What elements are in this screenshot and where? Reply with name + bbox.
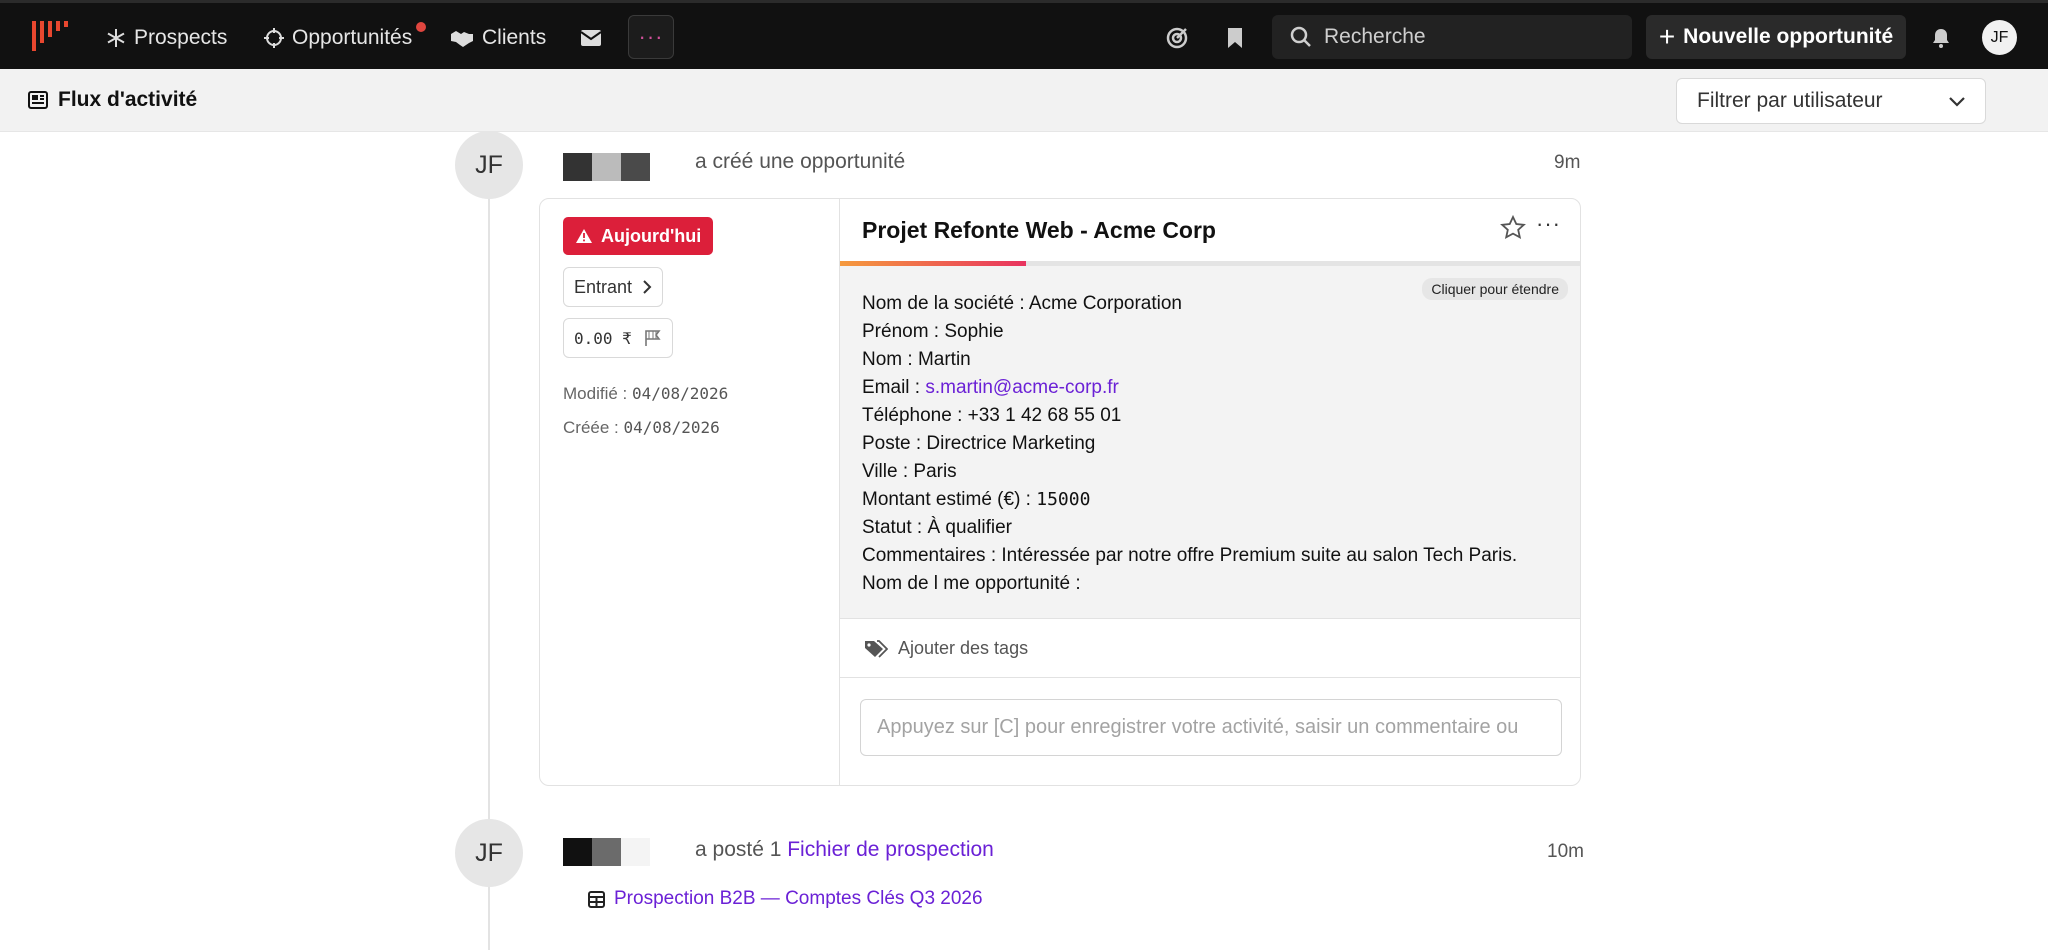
plus-icon: + <box>1658 21 1676 52</box>
amount-pill[interactable]: 0.00 ₹ <box>563 318 673 358</box>
detail-comments: Commentaires : Intéressée par notre offr… <box>862 545 1518 566</box>
chevron-down-icon <box>1949 97 1965 107</box>
feed-avatar[interactable]: JF <box>455 131 523 199</box>
ellipsis-icon: ··· <box>638 24 664 49</box>
detail-lines: Nom de la société : Acme Corporation Pré… <box>862 290 1517 598</box>
modified-label: Modifié : <box>563 384 628 403</box>
created-date: Créée : 04/08/2026 <box>563 418 720 438</box>
phone-label: Téléphone : <box>862 405 968 426</box>
file-name: Prospection B2B — Comptes Clés Q3 2026 <box>614 888 983 909</box>
card-sidebar: Aujourd'hui Entrant 0.00 ₹ Modifié : 04/… <box>540 199 840 785</box>
star-icon[interactable] <box>1500 215 1526 241</box>
phone-value: +33 1 42 68 55 01 <box>967 405 1122 426</box>
flag-icon <box>644 330 661 346</box>
email-label: Email : <box>862 377 926 398</box>
nav-item-label: Opportunités <box>292 26 413 49</box>
redacted-username <box>563 838 650 866</box>
card-content: Projet Refonte Web - Acme Corp ··· Cliqu… <box>840 199 1580 785</box>
created-label: Créée : <box>563 418 619 437</box>
add-tags-label: Ajouter des tags <box>898 638 1029 658</box>
due-today-badge[interactable]: Aujourd'hui <box>563 217 714 255</box>
bookmark-icon[interactable] <box>1220 23 1250 53</box>
nav-item-opportunites[interactable]: Opportunités <box>264 21 427 55</box>
opportunity-details[interactable]: Cliquer pour étendre Nom de la société :… <box>840 266 1580 619</box>
app-logo-icon[interactable] <box>30 19 70 53</box>
detail-status: Statut : À qualifier <box>862 517 1012 538</box>
page-title: Flux d'activité <box>28 88 197 112</box>
user-filter-label: Filtrer par utilisateur <box>1697 89 1883 112</box>
created-value: 04/08/2026 <box>623 418 720 437</box>
add-tags-button[interactable]: Ajouter des tags <box>840 620 1580 678</box>
feed-action-text: a posté 1 Fichier de prospection <box>695 838 994 862</box>
bell-icon[interactable] <box>1926 23 1956 53</box>
detail-phone: Téléphone : +33 1 42 68 55 01 <box>862 402 1517 430</box>
top-navigation-bar: Prospects Opportunités Clients ··· Reche… <box>0 0 2048 69</box>
source-pill[interactable]: Entrant <box>563 267 664 307</box>
detail-city: Ville : Paris <box>862 461 957 482</box>
search-field[interactable]: Recherche <box>1272 15 1632 59</box>
feed-action-prefix: a posté 1 <box>695 838 788 861</box>
source-label: Entrant <box>574 276 633 297</box>
due-badge-label: Aujourd'hui <box>601 225 702 246</box>
newspaper-icon <box>28 91 48 109</box>
notification-dot <box>416 22 427 32</box>
email-link[interactable]: s.martin@acme-corp.fr <box>925 377 1119 398</box>
detail-position: Poste : Directrice Marketing <box>862 433 1096 454</box>
crosshair-icon <box>264 28 284 48</box>
detail-email: Email : s.martin@acme-corp.fr <box>862 374 1517 402</box>
detail-last-name: Nom : Martin <box>862 349 971 370</box>
feed-timestamp: 9m <box>1554 152 1581 173</box>
new-opportunity-label: Nouvelle opportunité <box>1683 25 1894 48</box>
modified-value: 04/08/2026 <box>631 384 729 403</box>
page-title-text: Flux d'activité <box>58 88 198 111</box>
activity-comment-input[interactable] <box>860 699 1562 756</box>
target-icon[interactable] <box>1162 23 1192 53</box>
nav-item-prospects[interactable]: Prospects <box>106 21 227 55</box>
nav-item-clients[interactable]: Clients <box>450 21 546 55</box>
redacted-username <box>563 153 650 181</box>
feed-avatar[interactable]: JF <box>455 819 523 887</box>
tags-icon <box>865 639 888 658</box>
detail-opportunity-name: Nom de l me opportunité : <box>862 573 1081 594</box>
prospect-file-link[interactable]: Fichier de prospection <box>787 838 994 861</box>
table-icon <box>588 890 605 908</box>
warning-icon <box>576 229 592 243</box>
snowflake-icon <box>107 29 125 47</box>
opportunity-card: Aujourd'hui Entrant 0.00 ₹ Modifié : 04/… <box>539 198 1581 786</box>
feed-action-text: a créé une opportunité <box>695 150 906 173</box>
nav-item-label: Clients <box>482 26 547 49</box>
opportunity-title[interactable]: Projet Refonte Web - Acme Corp <box>862 217 1216 244</box>
more-menu-button[interactable]: ··· <box>628 15 674 59</box>
feed-timestamp: 10m <box>1547 841 1584 862</box>
chevron-right-icon <box>643 280 652 294</box>
user-avatar[interactable]: JF <box>1982 20 2017 55</box>
user-filter-select[interactable]: Filtrer par utilisateur <box>1676 78 1986 124</box>
detail-company: Nom de la société : Acme Corporation <box>862 293 1182 314</box>
handshake-icon <box>451 31 473 47</box>
amount-label: Montant estimé (€) : <box>862 489 1037 510</box>
file-attachment-link[interactable]: Prospection B2B — Comptes Clés Q3 2026 <box>588 888 983 910</box>
mail-icon[interactable] <box>576 23 606 53</box>
estimated-amount: 15000 <box>1036 489 1091 510</box>
card-more-menu-icon[interactable]: ··· <box>1536 211 1561 237</box>
nav-item-label: Prospects <box>134 26 228 49</box>
search-placeholder: Recherche <box>1324 25 1426 48</box>
amount-value: 0.00 ₹ <box>574 328 632 348</box>
modified-date: Modifié : 04/08/2026 <box>563 384 728 404</box>
new-opportunity-button[interactable]: + Nouvelle opportunité <box>1646 15 1906 59</box>
page-header: Flux d'activité Filtrer par utilisateur <box>0 69 2048 132</box>
search-icon <box>1290 26 1311 47</box>
detail-first-name: Prénom : Sophie <box>862 321 1004 342</box>
detail-amount: Montant estimé (€) : 15000 <box>862 486 1517 514</box>
